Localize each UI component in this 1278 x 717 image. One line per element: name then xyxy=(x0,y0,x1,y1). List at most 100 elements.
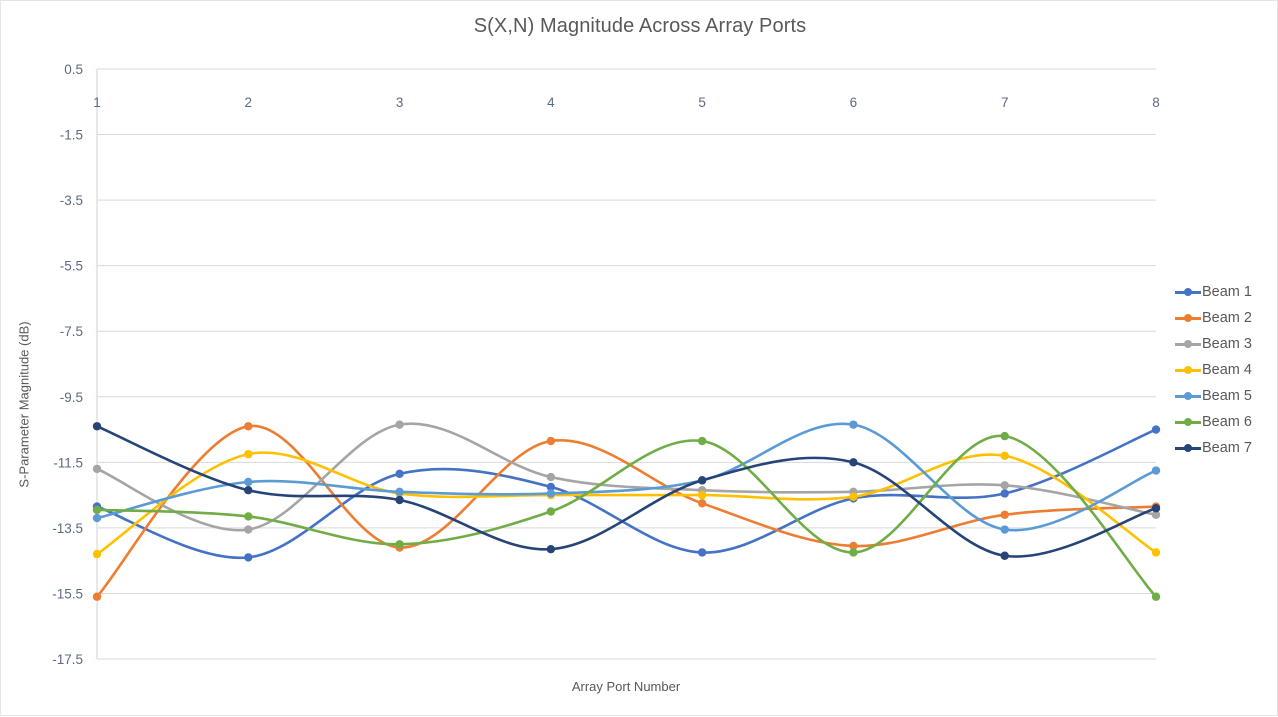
y-axis-tick-labels: 0.5 -1.5 -3.5 -5.5 -7.5 -9.5 -11.5 -13.5 -15.5 -1… xyxy=(52,62,83,667)
data-point-marker xyxy=(244,422,253,431)
data-point-marker xyxy=(1151,425,1161,434)
legend-item-beam-5[interactable]: Beam 5 xyxy=(1175,383,1278,409)
chart-plot-area: 0.5 -1.5 -3.5 -5.5 -7.5 -9.5 -11.5 -13.5 -15.5 -1… xyxy=(52,62,1161,667)
y-axis-title: S-Parameter Magnitude (dB) xyxy=(16,321,32,488)
data-point-marker xyxy=(244,485,253,495)
legend-item-beam-6[interactable]: Beam 6 xyxy=(1175,409,1278,435)
y-tick-label: -5.5 xyxy=(60,259,83,274)
legend-item-beam-4[interactable]: Beam 4 xyxy=(1175,357,1278,383)
data-point-marker xyxy=(244,512,253,521)
chart-container: S(X,N) Magnitude Across Array Ports 0.5-… xyxy=(0,0,1278,716)
x-axis-tick-labels: 1 2 3 4 5 6 7 8 xyxy=(93,95,1160,110)
legend-marker-dot-icon xyxy=(1184,340,1192,348)
x-tick-label: 4 xyxy=(547,95,555,110)
data-point-marker xyxy=(1000,510,1009,519)
legend-swatch-icon xyxy=(1175,389,1201,403)
y-tick-label: -17.5 xyxy=(52,652,83,667)
data-point-marker xyxy=(1000,481,1009,490)
legend-swatch-icon xyxy=(1175,415,1201,429)
legend-swatch-icon xyxy=(1175,285,1201,299)
x-tick-label: 6 xyxy=(850,95,858,110)
y-tick-label: -7.5 xyxy=(60,324,83,339)
data-point-marker xyxy=(92,505,102,515)
data-point-marker xyxy=(1000,551,1009,560)
legend-label: Beam 2 xyxy=(1202,310,1252,326)
data-point-marker xyxy=(1000,431,1009,441)
legend-label: Beam 7 xyxy=(1202,440,1252,456)
data-point-marker xyxy=(395,495,404,505)
legend-swatch-icon xyxy=(1175,337,1201,351)
x-tick-label: 5 xyxy=(698,95,706,110)
data-point-marker xyxy=(395,487,404,497)
data-point-marker xyxy=(244,477,253,487)
legend-marker-dot-icon xyxy=(1184,314,1192,322)
data-point-marker xyxy=(1151,504,1161,513)
y-tick-label: -13.5 xyxy=(52,521,83,536)
data-point-marker xyxy=(1000,525,1009,534)
data-point-marker xyxy=(849,458,858,467)
data-point-marker xyxy=(546,489,556,498)
legend-label: Beam 5 xyxy=(1202,388,1252,404)
legend-label: Beam 6 xyxy=(1202,414,1252,430)
data-point-marker xyxy=(92,592,102,601)
y-tick-label: -1.5 xyxy=(60,128,83,143)
legend-item-beam-3[interactable]: Beam 3 xyxy=(1175,331,1278,357)
data-point-marker xyxy=(92,549,102,559)
data-point-marker xyxy=(244,525,253,534)
data-point-marker xyxy=(697,476,707,485)
data-point-marker xyxy=(1151,466,1161,475)
y-tick-label: -15.5 xyxy=(52,586,83,601)
data-point-marker xyxy=(92,464,102,474)
legend-item-beam-2[interactable]: Beam 2 xyxy=(1175,305,1278,331)
series-line-beam-1 xyxy=(92,425,1161,562)
x-tick-label: 1 xyxy=(93,95,101,110)
y-tick-label: 0.5 xyxy=(64,62,83,77)
legend-item-beam-1[interactable]: Beam 1 xyxy=(1175,279,1278,305)
data-point-marker xyxy=(546,544,556,554)
data-point-marker xyxy=(1151,548,1161,557)
series-path xyxy=(95,422,1158,532)
data-point-marker xyxy=(697,436,707,446)
x-tick-label: 3 xyxy=(396,95,404,110)
data-point-marker xyxy=(395,420,404,429)
data-point-marker xyxy=(1000,451,1009,460)
data-point-marker xyxy=(1000,489,1009,498)
x-tick-label: 2 xyxy=(245,95,253,110)
legend-swatch-icon xyxy=(1175,311,1201,325)
legend-item-beam-7[interactable]: Beam 7 xyxy=(1175,435,1278,461)
data-point-marker xyxy=(697,499,707,508)
legend-swatch-icon xyxy=(1175,363,1201,377)
series-path xyxy=(95,422,1158,532)
data-point-marker xyxy=(395,540,404,549)
x-axis-title: Array Port Number xyxy=(571,679,681,694)
x-tick-label: 7 xyxy=(1001,95,1009,110)
data-point-marker xyxy=(849,492,858,501)
data-point-marker xyxy=(849,548,858,557)
y-tick-label: -11.5 xyxy=(53,455,83,470)
series-path xyxy=(95,424,1158,599)
data-series-group xyxy=(92,420,1161,601)
legend-marker-dot-icon xyxy=(1184,392,1192,400)
legend-marker-dot-icon xyxy=(1184,366,1192,374)
data-point-marker xyxy=(1151,592,1161,601)
data-point-marker xyxy=(395,469,404,479)
data-point-marker xyxy=(244,449,253,459)
data-point-marker xyxy=(546,472,556,482)
data-point-marker xyxy=(244,553,253,562)
data-point-marker xyxy=(697,490,707,500)
gridlines xyxy=(97,68,1156,660)
y-tick-label: -9.5 xyxy=(60,390,83,405)
legend-swatch-icon xyxy=(1175,441,1201,455)
legend-marker-dot-icon xyxy=(1184,444,1192,452)
legend-marker-dot-icon xyxy=(1184,288,1192,296)
y-tick-label: -3.5 xyxy=(60,193,83,208)
series-line-beam-2 xyxy=(92,422,1161,601)
series-path xyxy=(95,428,1158,560)
x-tick-label: 8 xyxy=(1152,95,1160,110)
data-point-marker xyxy=(92,513,102,523)
legend-marker-dot-icon xyxy=(1184,418,1192,426)
legend-label: Beam 1 xyxy=(1202,284,1252,300)
data-point-marker xyxy=(92,422,102,431)
data-point-marker xyxy=(546,436,556,446)
data-point-marker xyxy=(849,420,858,429)
